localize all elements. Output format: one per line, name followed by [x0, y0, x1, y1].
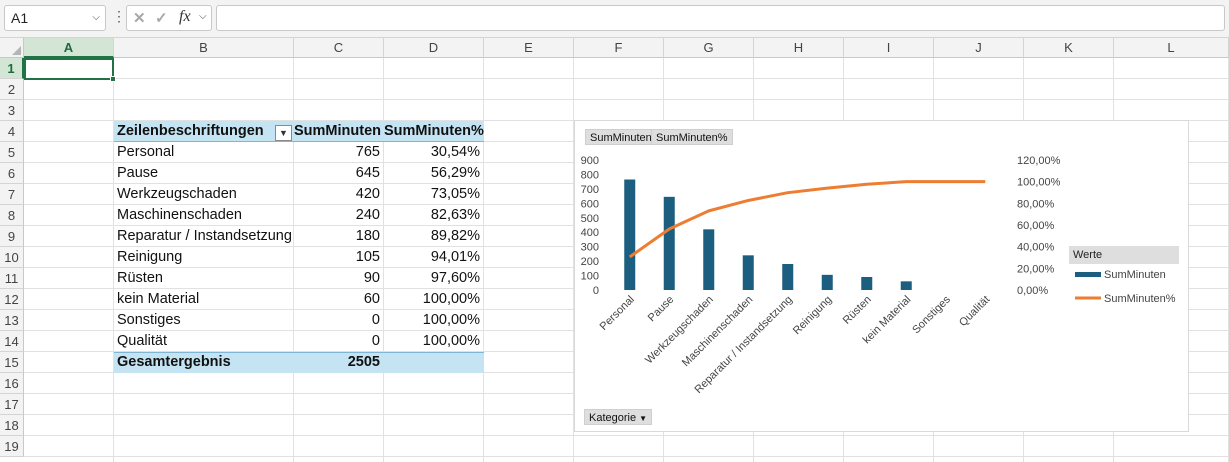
chart-field-button-kategorie[interactable]: Kategorie ▼	[584, 409, 653, 425]
row-header-1[interactable]: 1	[0, 58, 24, 79]
pivot-row-label[interactable]: Reinigung	[114, 247, 294, 268]
pivot-row-pct[interactable]: 100,00%	[384, 331, 484, 352]
row-gridline	[24, 78, 1229, 79]
pivot-row-label[interactable]: Maschinenschaden	[114, 205, 294, 226]
pivot-row-pct[interactable]: 97,60%	[384, 268, 484, 289]
column-header-a[interactable]: A	[24, 38, 114, 58]
pivot-chart[interactable]	[574, 120, 1189, 432]
pivot-row-label[interactable]: Pause	[114, 163, 294, 184]
pivot-row-sum[interactable]: 0	[294, 310, 384, 331]
formula-input[interactable]	[216, 5, 1225, 31]
pivot-row-label[interactable]: Qualität	[114, 331, 294, 352]
row-header-9[interactable]: 9	[0, 226, 24, 247]
row-header-14[interactable]: 14	[0, 331, 24, 352]
select-all-icon	[12, 46, 21, 55]
row-gridline	[24, 435, 1229, 436]
pivot-row-sum[interactable]: 765	[294, 142, 384, 163]
check-icon[interactable]: ✓	[155, 9, 168, 27]
formula-bar: A1 ⌵ ⋮ ✕ ✓ fx ⌵	[0, 0, 1229, 38]
column-header-e[interactable]: E	[484, 38, 574, 58]
column-header-k[interactable]: K	[1024, 38, 1114, 58]
row-header-19[interactable]: 19	[0, 436, 24, 457]
row-header-4[interactable]: 4	[0, 121, 24, 142]
row-header-12[interactable]: 12	[0, 289, 24, 310]
name-box-value: A1	[11, 10, 29, 26]
selected-cell-a1[interactable]	[24, 58, 116, 82]
chevron-down-icon[interactable]: ⌵	[199, 11, 207, 22]
pivot-row-pct[interactable]: 73,05%	[384, 184, 484, 205]
column-header-l[interactable]: L	[1114, 38, 1229, 58]
row-gridline	[24, 99, 1229, 100]
cancel-icon[interactable]: ✕	[133, 9, 146, 27]
column-header-h[interactable]: H	[754, 38, 844, 58]
select-all-corner[interactable]	[0, 38, 24, 58]
row-gridline	[24, 456, 1229, 457]
column-header-i[interactable]: I	[844, 38, 934, 58]
row-header-15[interactable]: 15	[0, 352, 24, 373]
pivot-total-pct[interactable]	[384, 352, 484, 373]
pivot-row-sum[interactable]: 645	[294, 163, 384, 184]
pivot-row-sum[interactable]: 420	[294, 184, 384, 205]
pivot-total-label[interactable]: Gesamtergebnis	[114, 352, 294, 373]
name-box[interactable]: A1 ⌵	[4, 5, 106, 31]
pivot-row-pct[interactable]: 94,01%	[384, 247, 484, 268]
filter-dropdown-icon[interactable]: ▼	[275, 125, 292, 141]
row-header-8[interactable]: 8	[0, 205, 24, 226]
pivot-header-sum[interactable]: SumMinuten	[294, 121, 384, 142]
pivot-row-sum[interactable]: 105	[294, 247, 384, 268]
pivot-header-label[interactable]: Zeilenbeschriftungen	[114, 121, 274, 142]
fill-handle[interactable]	[110, 76, 116, 82]
pivot-row-sum[interactable]: 60	[294, 289, 384, 310]
pivot-total-sum[interactable]: 2505	[294, 352, 384, 373]
column-header-b[interactable]: B	[114, 38, 294, 58]
pivot-row-pct[interactable]: 82,63%	[384, 205, 484, 226]
pivot-row-label[interactable]: kein Material	[114, 289, 294, 310]
formula-buttons: ✕ ✓ fx ⌵	[126, 5, 212, 31]
pivot-row-pct[interactable]: 100,00%	[384, 310, 484, 331]
pivot-row-pct[interactable]: 100,00%	[384, 289, 484, 310]
pivot-row-sum[interactable]: 90	[294, 268, 384, 289]
pivot-row-label[interactable]: Reparatur / Instandsetzung	[114, 226, 294, 247]
row-header-5[interactable]: 5	[0, 142, 24, 163]
pivot-row-pct[interactable]: 56,29%	[384, 163, 484, 184]
excel-window: A1 ⌵ ⋮ ✕ ✓ fx ⌵ A B C D E F G H I J K L 1 2 3 4 5 6 7 8 9 10 11…	[0, 0, 1229, 462]
function-icon[interactable]: fx	[179, 8, 191, 26]
pivot-row-sum[interactable]: 0	[294, 331, 384, 352]
chart-field-button-summinuten[interactable]: SumMinuten	[585, 129, 657, 145]
pivot-row-label[interactable]: Sonstiges	[114, 310, 294, 331]
column-header-d[interactable]: D	[384, 38, 484, 58]
more-options-icon[interactable]: ⋮	[112, 8, 126, 25]
pivot-row-label[interactable]: Personal	[114, 142, 294, 163]
legend-title: Werte	[1069, 246, 1179, 264]
pivot-header-pct[interactable]: SumMinuten%	[384, 121, 484, 142]
pivot-row-pct[interactable]: 89,82%	[384, 226, 484, 247]
row-header-6[interactable]: 6	[0, 163, 24, 184]
row-header-17[interactable]: 17	[0, 394, 24, 415]
pivot-row-label[interactable]: Werkzeugschaden	[114, 184, 294, 205]
column-header-c[interactable]: C	[294, 38, 384, 58]
row-header-10[interactable]: 10	[0, 247, 24, 268]
pivot-row-label[interactable]: Rüsten	[114, 268, 294, 289]
row-header-7[interactable]: 7	[0, 184, 24, 205]
pivot-row-sum[interactable]: 240	[294, 205, 384, 226]
pivot-row-sum[interactable]: 180	[294, 226, 384, 247]
row-header-13[interactable]: 13	[0, 310, 24, 331]
kategorie-label: Kategorie	[589, 412, 637, 424]
column-header-g[interactable]: G	[664, 38, 754, 58]
row-header-11[interactable]: 11	[0, 268, 24, 289]
row-header-2[interactable]: 2	[0, 79, 24, 100]
column-header-f[interactable]: F	[574, 38, 664, 58]
column-header-j[interactable]: J	[934, 38, 1024, 58]
chevron-down-icon[interactable]: ⌵	[92, 6, 100, 30]
chart-field-button-summinuten-pct[interactable]: SumMinuten%	[651, 129, 733, 145]
row-header-16[interactable]: 16	[0, 373, 24, 394]
row-header-18[interactable]: 18	[0, 415, 24, 436]
dropdown-arrow-icon[interactable]: ▼	[639, 414, 647, 423]
row-header-3[interactable]: 3	[0, 100, 24, 121]
pivot-row-pct[interactable]: 30,54%	[384, 142, 484, 163]
